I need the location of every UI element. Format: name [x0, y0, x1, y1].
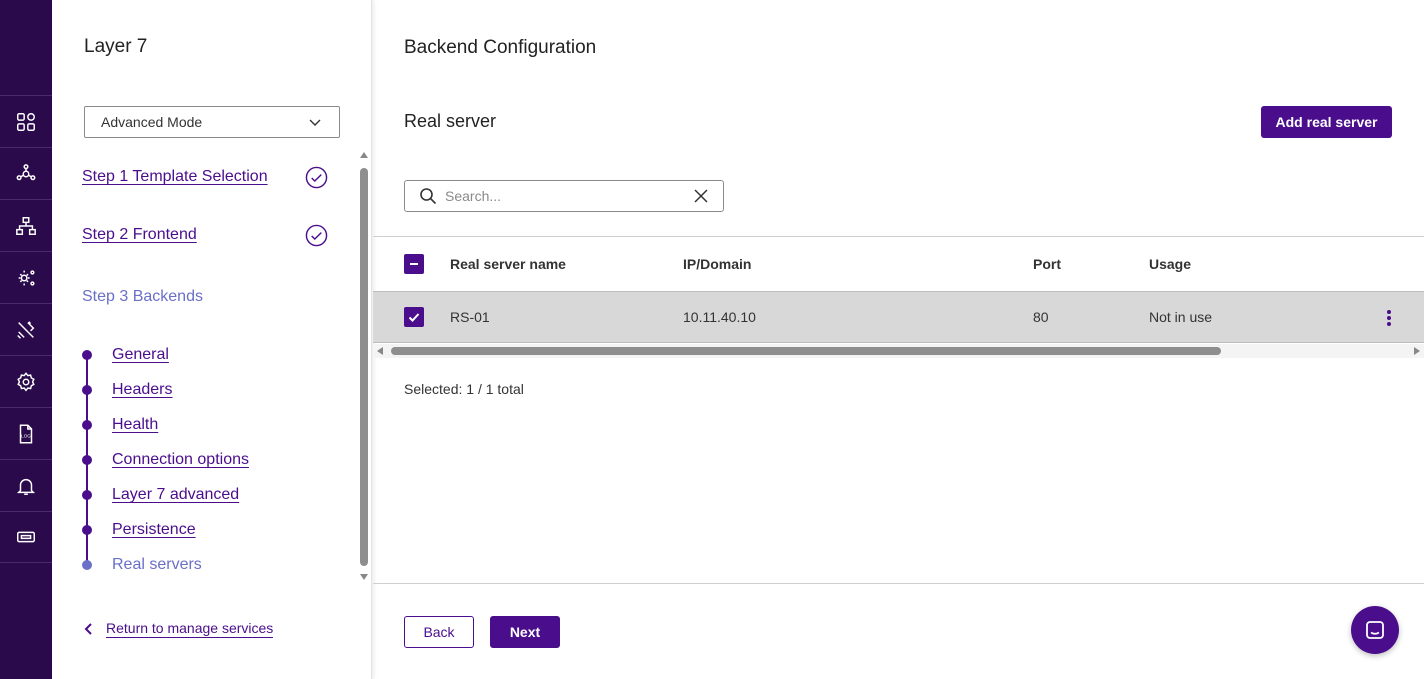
cell-ip: 10.11.40.10 — [683, 309, 756, 325]
substep-real-servers: Real servers — [82, 555, 202, 575]
substep-label: Persistence — [112, 521, 196, 538]
scroll-down-arrow[interactable] — [360, 574, 368, 580]
scroll-left-arrow[interactable] — [377, 347, 383, 355]
substep-label: Health — [112, 416, 159, 433]
log-icon-label: LOG — [21, 433, 31, 438]
back-button[interactable]: Back — [404, 616, 474, 648]
step-2-complete-icon — [305, 224, 328, 247]
substep-dot — [82, 455, 92, 465]
substep-label: Real servers — [112, 556, 202, 573]
table-header: Real server name IP/Domain Port Usage — [373, 237, 1424, 291]
cell-port: 80 — [1033, 309, 1049, 325]
indeterminate-icon — [410, 263, 418, 265]
search-box — [404, 180, 724, 212]
substep-dot — [82, 525, 92, 535]
scroll-up-arrow[interactable] — [360, 152, 368, 158]
chat-launcher[interactable] — [1351, 606, 1399, 654]
nav-tools[interactable] — [0, 303, 52, 355]
nav-license[interactable] — [0, 511, 52, 563]
row-actions-menu-icon[interactable] — [1384, 308, 1394, 328]
nav-cluster[interactable] — [0, 147, 52, 199]
services-settings-icon — [18, 269, 35, 286]
section-title: Real server — [404, 111, 497, 131]
nav-services-settings[interactable] — [0, 251, 52, 303]
add-real-server-button[interactable]: Add real server — [1261, 106, 1392, 138]
steps-scrollbar[interactable] — [358, 150, 370, 582]
chat-icon — [1366, 621, 1384, 639]
column-header-usage[interactable]: Usage — [1149, 256, 1191, 272]
table-horizontal-scrollbar[interactable] — [373, 344, 1424, 358]
substep-connection-options[interactable]: Connection options — [82, 450, 249, 470]
app-window: LOG Layer 7 Advanced Mode Step 1 Templat… — [0, 0, 1424, 679]
select-all-checkbox[interactable] — [404, 254, 424, 274]
column-header-port[interactable]: Port — [1033, 256, 1061, 272]
step-3-current: Step 3 Backends — [82, 288, 203, 305]
nav-logs[interactable]: LOG — [0, 407, 52, 459]
main-content: Backend Configuration Real server Add re… — [373, 0, 1424, 679]
table-row[interactable]: RS-01 10.11.40.10 80 Not in use — [373, 291, 1424, 343]
clear-search-icon[interactable] — [693, 188, 709, 204]
nav-notifications[interactable] — [0, 459, 52, 511]
dashboard-icon — [17, 112, 35, 131]
return-to-manage-services-link[interactable]: Return to manage services — [82, 620, 274, 638]
step-1-link[interactable]: Step 1 Template Selection — [82, 168, 268, 186]
search-icon — [420, 188, 437, 205]
left-nav-rail: LOG — [0, 0, 52, 679]
notifications-icon — [16, 478, 36, 495]
substep-dot — [82, 350, 92, 360]
page-title: Backend Configuration — [404, 37, 597, 58]
license-icon — [17, 531, 35, 543]
substep-label: Connection options — [112, 451, 249, 468]
substep-dot — [82, 420, 92, 430]
nav-dashboard[interactable] — [0, 95, 52, 147]
substep-dot — [82, 490, 92, 500]
horizontal-scroll-thumb[interactable] — [391, 347, 1221, 355]
substep-headers[interactable]: Headers — [82, 380, 172, 400]
column-header-name[interactable]: Real server name — [450, 256, 566, 272]
log-icon: LOG — [19, 424, 33, 443]
substep-layer7-advanced[interactable]: Layer 7 advanced — [82, 485, 239, 505]
scroll-thumb[interactable] — [360, 168, 368, 566]
steps-panel: Layer 7 Advanced Mode Step 1 Template Se… — [52, 0, 372, 679]
mode-select-value: Advanced Mode — [101, 114, 203, 130]
step-1-complete-icon — [305, 166, 328, 189]
tools-icon — [17, 320, 35, 339]
cluster-icon — [16, 163, 36, 180]
substep-general[interactable]: General — [82, 345, 169, 365]
nav-settings[interactable] — [0, 355, 52, 407]
substep-persistence[interactable]: Persistence — [82, 520, 196, 540]
search-input[interactable] — [445, 188, 693, 204]
cell-name: RS-01 — [450, 309, 490, 325]
panel-title: Layer 7 — [84, 36, 148, 57]
nav-network[interactable] — [0, 199, 52, 251]
chevron-down-icon — [309, 119, 321, 126]
substep-dot — [82, 560, 92, 570]
substep-health[interactable]: Health — [82, 415, 158, 435]
settings-icon — [17, 371, 35, 392]
selected-count: Selected: 1 / 1 total — [404, 381, 524, 397]
row-checkbox[interactable] — [404, 307, 424, 327]
column-header-ip[interactable]: IP/Domain — [683, 256, 751, 272]
substep-label: Headers — [112, 381, 173, 398]
substep-label: General — [112, 346, 169, 363]
substep-dot — [82, 385, 92, 395]
cell-usage: Not in use — [1149, 309, 1213, 325]
next-button[interactable]: Next — [490, 616, 560, 648]
step-2-link[interactable]: Step 2 Frontend — [82, 226, 197, 244]
chevron-left-icon — [84, 623, 92, 635]
return-link-label: Return to manage services — [106, 620, 274, 638]
scroll-right-arrow[interactable] — [1414, 347, 1420, 355]
substep-label: Layer 7 advanced — [112, 486, 240, 503]
checkmark-icon — [408, 313, 420, 322]
network-icon — [16, 216, 36, 235]
footer-divider — [373, 583, 1424, 584]
mode-select[interactable]: Advanced Mode — [84, 106, 340, 138]
